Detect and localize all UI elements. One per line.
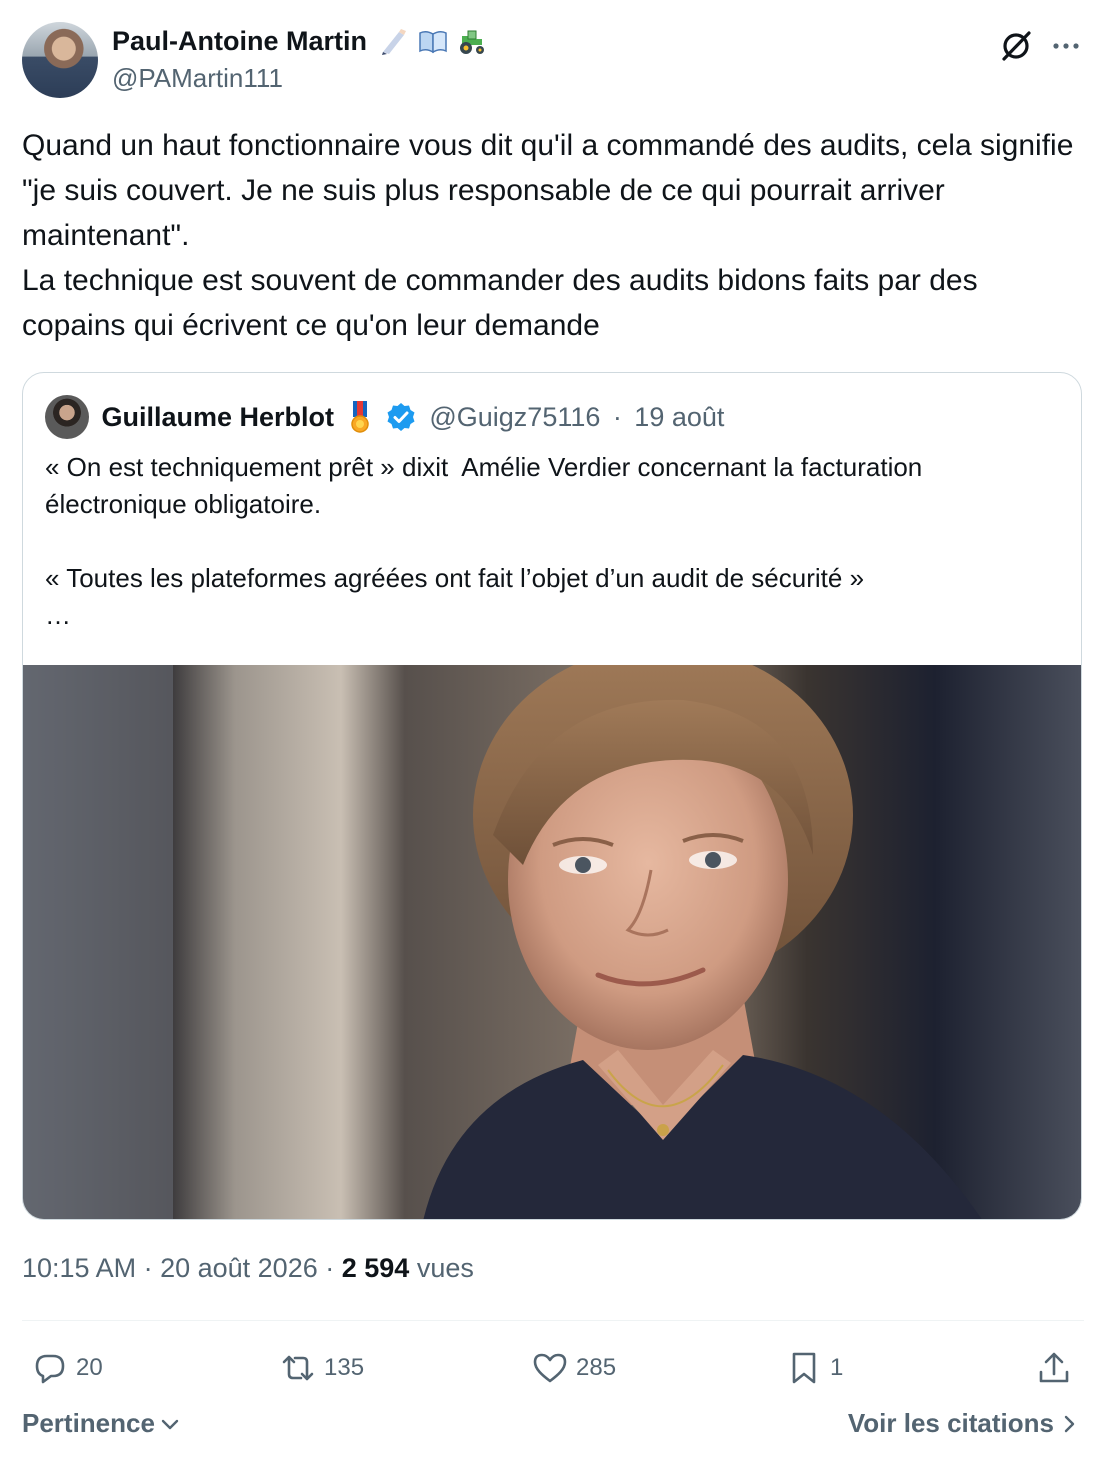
tweet-meta: 10:15 AM · 20 août 2026 · 2 594 vues: [22, 1253, 474, 1284]
tweet-time[interactable]: 10:15 AM: [22, 1253, 136, 1283]
tweet-header: Paul-Antoine Martin @PAMartin111: [22, 22, 1084, 98]
tweet-date[interactable]: 20 août 2026: [160, 1253, 318, 1283]
open-book-emoji-icon: [419, 30, 447, 54]
quotes-label: Voir les citations: [847, 1408, 1054, 1438]
repost-button[interactable]: 135: [280, 1340, 364, 1396]
meta-separator: ·: [136, 1253, 161, 1283]
like-count: 285: [576, 1354, 617, 1381]
quoted-tweet[interactable]: Guillaume Herblot @Guigz75116 · 19 août …: [22, 372, 1082, 1220]
divider: [22, 1320, 1084, 1321]
share-button[interactable]: [1036, 1340, 1072, 1396]
author-avatar[interactable]: [22, 22, 98, 98]
reply-button[interactable]: 20: [32, 1340, 103, 1396]
author-name[interactable]: Paul-Antoine Martin: [112, 24, 367, 58]
author-emojis: [379, 26, 490, 56]
quoted-photo[interactable]: [23, 665, 1082, 1220]
quoted-text: « On est techniquement prêt » dixit Amél…: [45, 452, 923, 630]
author-handle[interactable]: @PAMartin111: [112, 62, 490, 94]
author-block: Paul-Antoine Martin @PAMartin111: [112, 24, 490, 94]
grok-icon[interactable]: [998, 28, 1034, 64]
reply-icon: [35, 1354, 65, 1384]
military-medal-icon: [351, 401, 370, 433]
bookmark-button[interactable]: 1: [786, 1340, 843, 1396]
quoted-date[interactable]: 19 août: [634, 402, 724, 433]
view-quotes-link[interactable]: Voir les citations: [848, 1408, 1080, 1439]
sort-dropdown[interactable]: Pertinence: [22, 1408, 181, 1439]
more-options-icon[interactable]: [1050, 34, 1082, 58]
sort-label: Pertinence: [22, 1408, 155, 1438]
quoted-separator: ·: [612, 401, 622, 432]
quoted-header: Guillaume Herblot @Guigz75116 · 19 août: [45, 395, 724, 441]
views-label: vues: [409, 1253, 474, 1283]
chevron-down-icon: [161, 1419, 179, 1429]
quoted-author-name[interactable]: Guillaume Herblot: [101, 402, 334, 433]
chevron-right-icon: [1064, 1415, 1075, 1432]
repost-icon: [282, 1355, 314, 1381]
share-icon: [1039, 1352, 1069, 1383]
action-bar: 20 135 285 1: [22, 1340, 1084, 1396]
tweet-text: Quand un haut fonctionnaire vous dit qu'…: [22, 129, 1074, 342]
bookmark-count: 1: [830, 1354, 844, 1381]
bookmark-icon: [792, 1352, 816, 1384]
heart-icon: [533, 1353, 567, 1383]
writing-hand-emoji-icon: [382, 29, 407, 55]
replies-footer: Pertinence Voir les citations: [22, 1408, 1084, 1444]
quoted-author-avatar[interactable]: [45, 395, 89, 439]
reply-count: 20: [76, 1354, 103, 1381]
like-button[interactable]: 285: [532, 1340, 616, 1396]
tractor-emoji-icon: [460, 30, 485, 54]
quoted-author-handle[interactable]: @Guigz75116: [429, 402, 600, 433]
repost-count: 135: [324, 1354, 365, 1381]
views-count: 2 594: [341, 1253, 410, 1283]
meta-separator: ·: [317, 1253, 342, 1283]
verified-badge-icon: [387, 403, 415, 431]
